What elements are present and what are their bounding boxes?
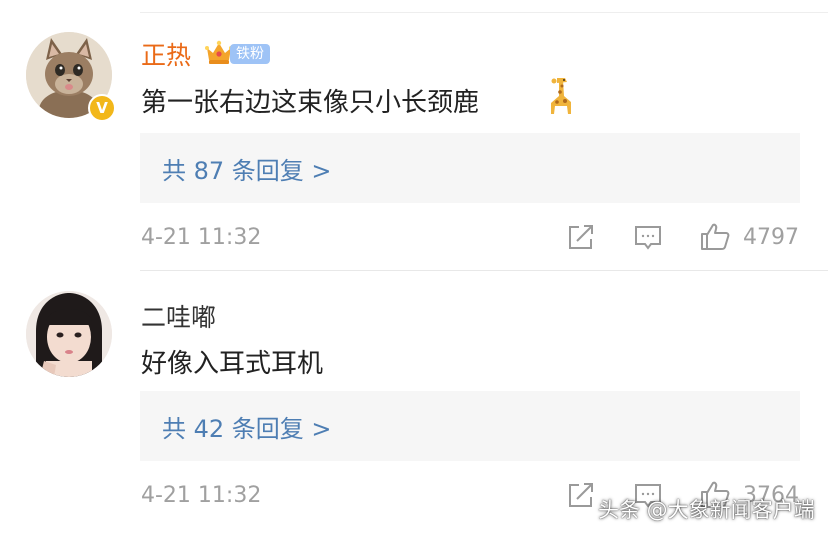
- reply-summary-box[interactable]: 共 87 条回复 >: [140, 133, 800, 203]
- comment-text: 第一张右边这束像只小长颈鹿: [141, 88, 480, 118]
- view-replies-link[interactable]: 共 87 条回复 >: [162, 151, 332, 186]
- source-watermark: 头条 @大象新闻客户端: [598, 498, 815, 522]
- view-replies-link[interactable]: 共 42 条回复 >: [162, 409, 332, 444]
- user-name[interactable]: 二哇嘟: [141, 298, 216, 334]
- share-icon[interactable]: [565, 479, 597, 511]
- reply-summary-box[interactable]: 共 42 条回复 >: [140, 391, 800, 461]
- like-count: 4797: [743, 225, 799, 250]
- comment-item: V 正热 铁粉 第一张右边这束像只小长颈鹿 共 87 条回复 > 4-21 11…: [0, 14, 828, 270]
- user-name[interactable]: 正热: [141, 36, 191, 72]
- avatar[interactable]: [26, 291, 112, 377]
- share-icon[interactable]: [565, 221, 597, 253]
- top-divider: [140, 12, 828, 13]
- giraffe-emoji-icon: [551, 78, 571, 114]
- comment-icon[interactable]: [632, 221, 664, 253]
- comment-timestamp: 4-21 11:32: [141, 225, 262, 250]
- comment-timestamp: 4-21 11:32: [141, 483, 262, 508]
- fan-badge-label: 铁粉: [230, 44, 270, 64]
- verified-badge-icon: V: [88, 94, 116, 122]
- like-thumb-icon[interactable]: [699, 221, 731, 253]
- comment-text: 好像入耳式耳机: [141, 349, 324, 379]
